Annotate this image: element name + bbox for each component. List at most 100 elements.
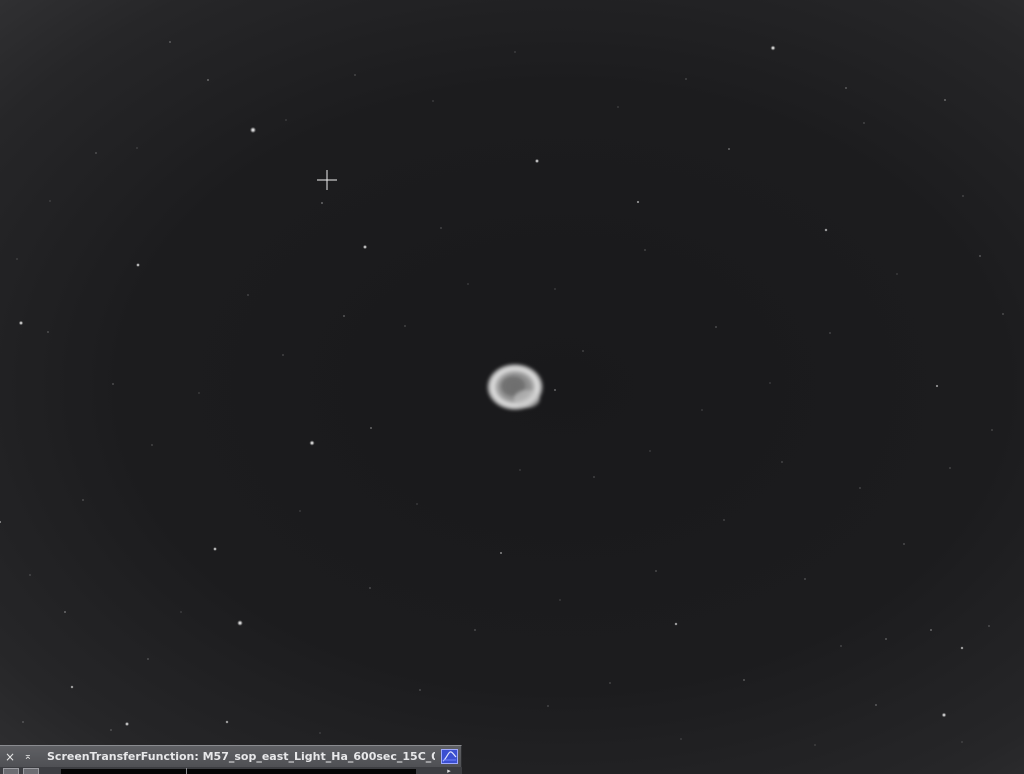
star [499,551,503,555]
star [979,255,981,257]
star [644,249,646,251]
star [354,74,356,76]
star [474,629,476,631]
star [299,510,301,512]
star [845,87,847,89]
star [213,547,217,551]
star [636,200,640,204]
star [519,469,521,471]
star [930,629,932,631]
star [728,148,730,150]
star [82,499,84,501]
star [609,682,611,684]
star [362,244,368,250]
star [29,574,31,576]
stf-process-icon[interactable] [441,749,458,764]
ring-nebula [486,363,544,411]
star [18,320,24,326]
star [169,41,171,43]
star [0,520,2,524]
star [370,427,372,429]
star [547,705,549,707]
star [944,99,946,101]
stf-slider-track[interactable] [61,769,416,774]
star [319,732,321,734]
star [961,741,963,743]
star [225,720,229,724]
star [369,587,371,589]
star [617,106,619,108]
stf-window-title: ScreenTransferFunction: M57_sop_east_Lig… [47,750,435,763]
star [180,611,182,613]
star [47,331,49,333]
star [949,467,951,469]
star [680,738,682,740]
star [151,444,153,446]
star [237,620,243,626]
stf-slider-marker[interactable] [186,768,187,774]
star [804,578,806,580]
star [593,476,595,478]
stf-window[interactable]: × ⌅ ScreenTransferFunction: M57_sop_east… [0,745,462,774]
star [198,392,200,394]
star [896,273,898,275]
star [1002,313,1004,315]
star [859,487,861,489]
star [701,409,703,411]
star [863,122,865,124]
star [112,383,114,385]
star [991,429,993,431]
star [582,350,584,352]
star [829,332,831,334]
star [554,288,556,290]
reset-button[interactable] [23,768,39,774]
star [70,685,74,689]
star [95,152,97,154]
star [16,258,18,260]
star [988,625,990,627]
star [941,712,947,718]
stf-controls: ▸ [0,767,462,774]
star [64,611,66,613]
star [715,326,717,328]
star [655,570,657,572]
star [419,689,421,691]
star [247,294,249,296]
astro-image [0,41,1004,746]
star [110,729,112,731]
star [935,384,939,388]
image-viewport[interactable]: × ⌅ ScreenTransferFunction: M57_sop_east… [0,0,1024,774]
star [124,721,130,727]
star [962,195,964,197]
star [136,147,138,149]
star [554,389,556,391]
star [781,461,783,463]
pin-icon[interactable]: ⌅ [21,750,35,764]
star [432,100,434,102]
star [723,519,725,521]
star [649,450,651,452]
star [309,440,315,446]
star [743,679,745,681]
star [282,354,284,356]
star [514,51,516,53]
star [824,228,828,232]
star [343,315,345,317]
star [903,543,905,545]
star [875,704,877,706]
star [559,599,561,601]
expand-icon[interactable]: ▸ [442,768,456,774]
star [440,227,442,229]
star [22,721,24,723]
star [840,645,842,647]
auto-stretch-button[interactable] [3,768,19,774]
star [674,622,678,626]
star [416,503,418,505]
star [769,382,771,384]
star [207,79,209,81]
close-icon[interactable]: × [3,750,17,764]
star [770,45,776,51]
star [814,744,816,746]
star [960,646,964,650]
star [885,638,887,640]
